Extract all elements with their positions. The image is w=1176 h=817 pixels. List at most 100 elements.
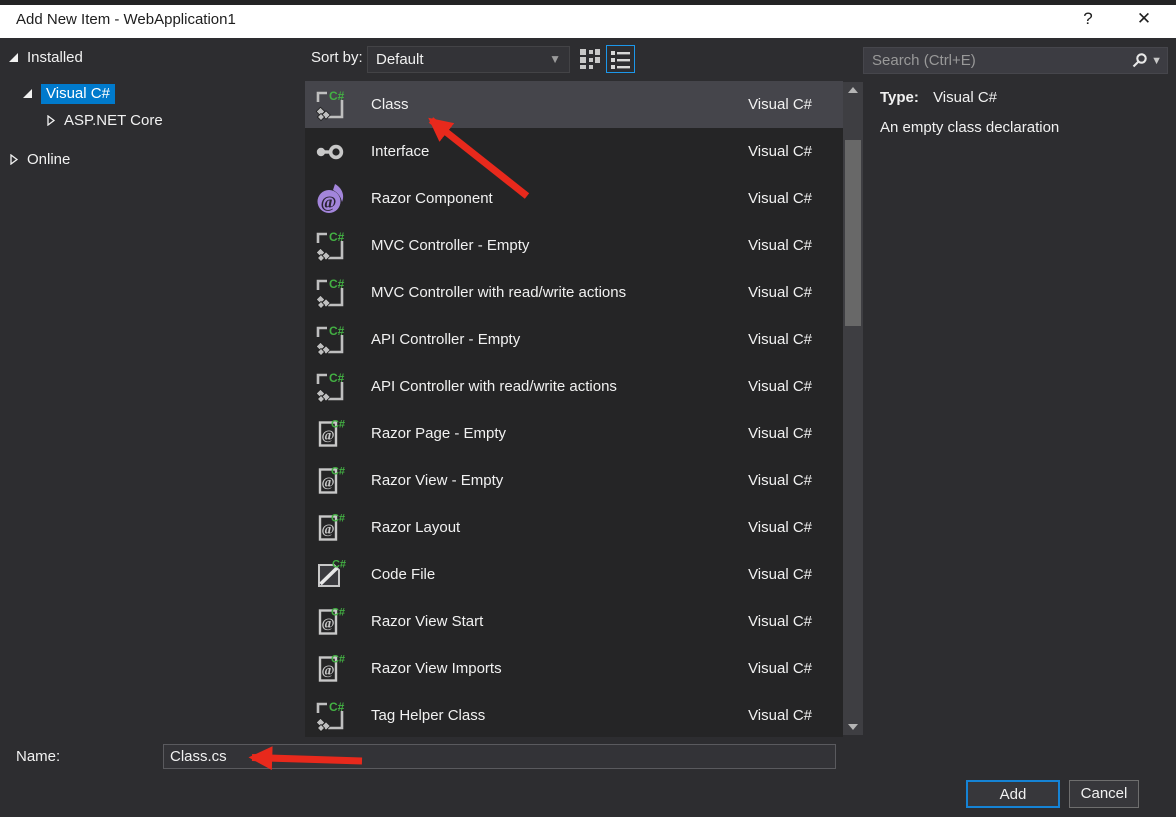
template-row[interactable]: C# MVC Controller with read/write action…	[305, 269, 843, 316]
scrollbar-up-button[interactable]	[843, 82, 863, 98]
search-box[interactable]: ▼	[863, 47, 1168, 74]
template-row[interactable]: C# ClassVisual C#	[305, 81, 843, 128]
template-name: Razor View Start	[371, 613, 483, 630]
scrollbar-down-button[interactable]	[843, 719, 863, 735]
template-name: Code File	[371, 566, 435, 583]
svg-text:@: @	[321, 192, 337, 211]
csharp-class-icon: C#	[313, 88, 347, 122]
sort-by-label: Sort by:	[311, 49, 363, 66]
svg-text:@: @	[321, 475, 334, 490]
template-type-row: Type: Visual C#	[880, 89, 997, 106]
template-language: Visual C#	[748, 331, 812, 348]
dialog-footer: Name: Add Cancel	[0, 737, 1176, 817]
add-button[interactable]: Add	[966, 780, 1060, 808]
tree-item-online[interactable]: Online	[8, 149, 70, 170]
template-row[interactable]: C# Code File Visual C#	[305, 551, 843, 598]
tree-item-installed[interactable]: Installed	[8, 47, 83, 68]
razor-page-icon: @ C#	[313, 417, 347, 451]
svg-text:C#: C#	[329, 89, 345, 103]
cancel-button[interactable]: Cancel	[1069, 780, 1139, 808]
vertical-scrollbar[interactable]	[843, 82, 863, 735]
template-name: Interface	[371, 143, 429, 160]
csharp-class-icon: C#	[313, 699, 347, 733]
template-language: Visual C#	[748, 707, 812, 724]
expanded-triangle-icon	[8, 52, 19, 63]
svg-text:C#: C#	[331, 606, 345, 618]
template-row[interactable]: C# MVC Controller - EmptyVisual C#	[305, 222, 843, 269]
small-icons-view-icon	[579, 48, 601, 70]
template-row[interactable]: @ C#Razor View ImportsVisual C#	[305, 645, 843, 692]
template-name: Razor Layout	[371, 519, 460, 536]
collapsed-triangle-icon	[45, 115, 56, 126]
template-name: Razor Component	[371, 190, 493, 207]
chevron-down-icon: ▼	[549, 47, 561, 72]
svg-text:C#: C#	[329, 700, 345, 714]
name-input[interactable]	[163, 744, 836, 769]
template-language: Visual C#	[748, 613, 812, 630]
triangle-down-icon	[848, 724, 858, 730]
svg-text:C#: C#	[332, 558, 346, 570]
template-language: Visual C#	[748, 660, 812, 677]
template-row[interactable]: C# API Controller - Empty Visual C#	[305, 316, 843, 363]
svg-text:C#: C#	[329, 324, 345, 338]
svg-text:C#: C#	[329, 371, 345, 385]
add-new-item-dialog: Installed Visual C# ASP.NET Core Online …	[0, 38, 1176, 817]
template-row[interactable]: @ C# Razor View Start Visual C#	[305, 598, 843, 645]
sort-by-value: Default	[376, 51, 424, 68]
scrollbar-thumb[interactable]	[845, 140, 861, 326]
tree-item-label-selected: Visual C#	[41, 84, 115, 104]
template-description: An empty class declaration	[880, 119, 1059, 136]
details-panel: ▼ Type: Visual C# An empty class declara…	[863, 38, 1176, 737]
window-title: Add New Item - WebApplication1	[16, 11, 236, 28]
template-language: Visual C#	[748, 519, 812, 536]
razor-component-icon: @	[313, 182, 347, 216]
svg-text:C#: C#	[331, 512, 345, 524]
template-name: Class	[371, 96, 409, 113]
search-scope-chevron-icon[interactable]: ▼	[1151, 55, 1162, 67]
svg-text:@: @	[321, 616, 334, 631]
csharp-class-icon: C#	[313, 370, 347, 404]
template-name: API Controller - Empty	[371, 331, 520, 348]
template-row[interactable]: @ C#Razor View - EmptyVisual C#	[305, 457, 843, 504]
svg-text:@: @	[321, 663, 334, 678]
template-row[interactable]: @ Razor Component Visual C#	[305, 175, 843, 222]
small-icons-view-button[interactable]	[577, 45, 603, 73]
close-button[interactable]: ✕	[1131, 9, 1157, 29]
tree-item-label: Installed	[27, 49, 83, 66]
template-language: Visual C#	[748, 284, 812, 301]
template-row[interactable]: @ C# Razor Layout Visual C#	[305, 504, 843, 551]
svg-text:C#: C#	[331, 418, 345, 430]
tree-item-visual-csharp[interactable]: Visual C#	[22, 83, 115, 104]
template-language: Visual C#	[748, 143, 812, 160]
razor-page-icon: @ C#	[313, 605, 347, 639]
template-row[interactable]: Interface Visual C#	[305, 128, 843, 175]
category-tree-panel: Installed Visual C# ASP.NET Core Online	[0, 38, 305, 737]
expanded-triangle-icon	[22, 88, 33, 99]
code-file-icon: C#	[313, 558, 347, 592]
template-language: Visual C#	[748, 237, 812, 254]
tree-item-label: Online	[27, 151, 70, 168]
svg-text:@: @	[321, 522, 334, 537]
csharp-class-icon: C#	[313, 323, 347, 357]
tree-item-aspnet-core[interactable]: ASP.NET Core	[45, 110, 163, 131]
template-language: Visual C#	[748, 190, 812, 207]
razor-page-icon: @ C#	[313, 511, 347, 545]
template-list: C# ClassVisual C# InterfaceVisual C# @Ra…	[305, 81, 843, 737]
list-view-icon	[610, 49, 631, 70]
template-row[interactable]: @ C#Razor Page - EmptyVisual C#	[305, 410, 843, 457]
svg-text:@: @	[321, 428, 334, 443]
template-language: Visual C#	[748, 378, 812, 395]
list-view-button[interactable]	[606, 45, 635, 73]
search-input[interactable]	[872, 50, 1122, 71]
template-row[interactable]: C# API Controller with read/write action…	[305, 363, 843, 410]
razor-page-icon: @ C#	[313, 464, 347, 498]
list-toolbar: Sort by: Default ▼	[305, 38, 843, 81]
template-language: Visual C#	[748, 425, 812, 442]
template-language: Visual C#	[748, 566, 812, 583]
sort-by-dropdown[interactable]: Default ▼	[367, 46, 570, 73]
template-row[interactable]: C# Tag Helper ClassVisual C#	[305, 692, 843, 737]
csharp-class-icon: C#	[313, 276, 347, 310]
tree-item-label: ASP.NET Core	[64, 112, 163, 129]
help-button[interactable]: ?	[1075, 9, 1101, 29]
search-icon[interactable]	[1131, 52, 1148, 69]
